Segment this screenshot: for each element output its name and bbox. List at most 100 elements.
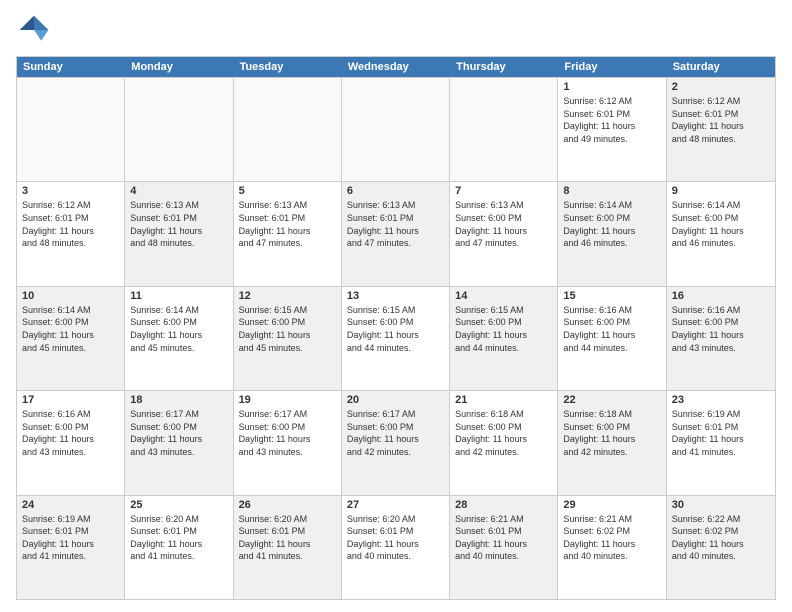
day-info: Sunrise: 6:19 AM Sunset: 6:01 PM Dayligh… [672,408,770,458]
calendar-cell-day-12: 12Sunrise: 6:15 AM Sunset: 6:00 PM Dayli… [234,287,342,390]
calendar-cell-empty [450,78,558,181]
day-info: Sunrise: 6:13 AM Sunset: 6:01 PM Dayligh… [130,199,227,249]
weekday-header-monday: Monday [125,57,233,77]
calendar-row-3: 10 Sunrise: 6:14 AM Sunset: 6:00 PM Dayli… [17,286,775,390]
day-number: 15 [563,290,660,302]
day-number: 28 [455,499,552,511]
day-number: 19 [239,394,336,406]
day-number: 16 [672,290,770,302]
day-info: Sunrise: 6:21 AM Sunset: 6:02 PM Dayligh… [563,513,660,563]
calendar-cell-empty [342,78,450,181]
day-number: 7 [455,185,552,197]
header [16,12,776,48]
day-info: Sunrise: 6:17 AM Sunset: 6:00 PM Dayligh… [239,408,336,458]
day-info: Sunrise: 6:16 AM Sunset: 6:00 PM Dayligh… [672,304,770,354]
calendar-cell-day-14: 14Sunrise: 6:15 AM Sunset: 6:00 PM Dayli… [450,287,558,390]
calendar-cell-day-11: 11 Sunrise: 6:14 AM Sunset: 6:00 PM Dayli… [125,287,233,390]
calendar-cell-day-20: 20 Sunrise: 6:17 AM Sunset: 6:00 PM Dayli… [342,391,450,494]
calendar: SundayMondayTuesdayWednesdayThursdayFrid… [16,56,776,600]
day-number: 10 [22,290,119,302]
calendar-cell-day-1: 1 Sunrise: 6:12 AM Sunset: 6:01 PM Daylig… [558,78,666,181]
calendar-row-1: 1 Sunrise: 6:12 AM Sunset: 6:01 PM Daylig… [17,77,775,181]
day-number: 23 [672,394,770,406]
day-number: 2 [672,81,770,93]
day-number: 24 [22,499,119,511]
day-number: 20 [347,394,444,406]
calendar-cell-day-13: 13 Sunrise: 6:15 AM Sunset: 6:00 PM Dayli… [342,287,450,390]
weekday-header-saturday: Saturday [667,57,775,77]
calendar-cell-day-15: 15 Sunrise: 6:16 AM Sunset: 6:00 PM Dayli… [558,287,666,390]
day-info: Sunrise: 6:17 AM Sunset: 6:00 PM Dayligh… [130,408,227,458]
day-info: Sunrise: 6:13 AM Sunset: 6:01 PM Dayligh… [347,199,444,249]
calendar-cell-day-19: 19 Sunrise: 6:17 AM Sunset: 6:00 PM Dayli… [234,391,342,494]
calendar-cell-day-21: 21 Sunrise: 6:18 AM Sunset: 6:00 PM Dayli… [450,391,558,494]
calendar-row-5: 24 Sunrise: 6:19 AM Sunset: 6:01 PM Dayli… [17,495,775,599]
day-number: 21 [455,394,552,406]
page: SundayMondayTuesdayWednesdayThursdayFrid… [0,0,792,612]
day-number: 17 [22,394,119,406]
day-info: Sunrise: 6:16 AM Sunset: 6:00 PM Dayligh… [563,304,660,354]
day-info: Sunrise: 6:13 AM Sunset: 6:01 PM Dayligh… [239,199,336,249]
weekday-header-tuesday: Tuesday [234,57,342,77]
day-number: 11 [130,290,227,302]
day-number: 4 [130,185,227,197]
day-info: Sunrise: 6:18 AM Sunset: 6:00 PM Dayligh… [563,408,660,458]
calendar-cell-day-5: 5Sunrise: 6:13 AM Sunset: 6:01 PM Daylig… [234,182,342,285]
calendar-cell-day-25: 25 Sunrise: 6:20 AM Sunset: 6:01 PM Dayli… [125,496,233,599]
day-info: Sunrise: 6:14 AM Sunset: 6:00 PM Dayligh… [130,304,227,354]
day-number: 3 [22,185,119,197]
calendar-cell-day-16: 16 Sunrise: 6:16 AM Sunset: 6:00 PM Dayli… [667,287,775,390]
calendar-cell-day-3: 3 Sunrise: 6:12 AM Sunset: 6:01 PM Daylig… [17,182,125,285]
calendar-cell-empty [234,78,342,181]
day-info: Sunrise: 6:14 AM Sunset: 6:00 PM Dayligh… [563,199,660,249]
calendar-cell-day-4: 4 Sunrise: 6:13 AM Sunset: 6:01 PM Daylig… [125,182,233,285]
day-info: Sunrise: 6:20 AM Sunset: 6:01 PM Dayligh… [130,513,227,563]
calendar-cell-day-30: 30Sunrise: 6:22 AM Sunset: 6:02 PM Dayli… [667,496,775,599]
day-number: 30 [672,499,770,511]
day-info: Sunrise: 6:13 AM Sunset: 6:00 PM Dayligh… [455,199,552,249]
calendar-cell-day-6: 6 Sunrise: 6:13 AM Sunset: 6:01 PM Daylig… [342,182,450,285]
day-info: Sunrise: 6:16 AM Sunset: 6:00 PM Dayligh… [22,408,119,458]
day-number: 13 [347,290,444,302]
calendar-cell-day-10: 10 Sunrise: 6:14 AM Sunset: 6:00 PM Dayli… [17,287,125,390]
day-info: Sunrise: 6:21 AM Sunset: 6:01 PM Dayligh… [455,513,552,563]
day-number: 26 [239,499,336,511]
day-info: Sunrise: 6:12 AM Sunset: 6:01 PM Dayligh… [672,95,770,145]
day-info: Sunrise: 6:15 AM Sunset: 6:00 PM Dayligh… [347,304,444,354]
calendar-cell-day-2: 2 Sunrise: 6:12 AM Sunset: 6:01 PM Daylig… [667,78,775,181]
day-number: 14 [455,290,552,302]
day-info: Sunrise: 6:19 AM Sunset: 6:01 PM Dayligh… [22,513,119,563]
day-number: 6 [347,185,444,197]
day-number: 25 [130,499,227,511]
calendar-cell-day-29: 29Sunrise: 6:21 AM Sunset: 6:02 PM Dayli… [558,496,666,599]
day-info: Sunrise: 6:18 AM Sunset: 6:00 PM Dayligh… [455,408,552,458]
calendar-cell-day-22: 22Sunrise: 6:18 AM Sunset: 6:00 PM Dayli… [558,391,666,494]
calendar-body: 1 Sunrise: 6:12 AM Sunset: 6:01 PM Daylig… [17,77,775,599]
calendar-cell-day-17: 17 Sunrise: 6:16 AM Sunset: 6:00 PM Dayli… [17,391,125,494]
calendar-cell-day-27: 27Sunrise: 6:20 AM Sunset: 6:01 PM Dayli… [342,496,450,599]
calendar-cell-empty [125,78,233,181]
day-info: Sunrise: 6:17 AM Sunset: 6:00 PM Dayligh… [347,408,444,458]
day-number: 9 [672,185,770,197]
calendar-cell-day-26: 26 Sunrise: 6:20 AM Sunset: 6:01 PM Dayli… [234,496,342,599]
day-info: Sunrise: 6:20 AM Sunset: 6:01 PM Dayligh… [239,513,336,563]
calendar-cell-day-8: 8Sunrise: 6:14 AM Sunset: 6:00 PM Daylig… [558,182,666,285]
logo [16,12,56,48]
weekday-header-friday: Friday [558,57,666,77]
day-info: Sunrise: 6:14 AM Sunset: 6:00 PM Dayligh… [672,199,770,249]
calendar-cell-day-9: 9 Sunrise: 6:14 AM Sunset: 6:00 PM Daylig… [667,182,775,285]
weekday-header-thursday: Thursday [450,57,558,77]
calendar-header: SundayMondayTuesdayWednesdayThursdayFrid… [17,57,775,77]
day-number: 1 [563,81,660,93]
calendar-cell-day-28: 28 Sunrise: 6:21 AM Sunset: 6:01 PM Dayli… [450,496,558,599]
day-info: Sunrise: 6:12 AM Sunset: 6:01 PM Dayligh… [22,199,119,249]
day-info: Sunrise: 6:15 AM Sunset: 6:00 PM Dayligh… [239,304,336,354]
logo-icon [16,12,52,48]
day-info: Sunrise: 6:12 AM Sunset: 6:01 PM Dayligh… [563,95,660,145]
weekday-header-sunday: Sunday [17,57,125,77]
day-number: 18 [130,394,227,406]
weekday-header-wednesday: Wednesday [342,57,450,77]
calendar-cell-day-18: 18 Sunrise: 6:17 AM Sunset: 6:00 PM Dayli… [125,391,233,494]
calendar-cell-day-23: 23 Sunrise: 6:19 AM Sunset: 6:01 PM Dayli… [667,391,775,494]
day-info: Sunrise: 6:14 AM Sunset: 6:00 PM Dayligh… [22,304,119,354]
